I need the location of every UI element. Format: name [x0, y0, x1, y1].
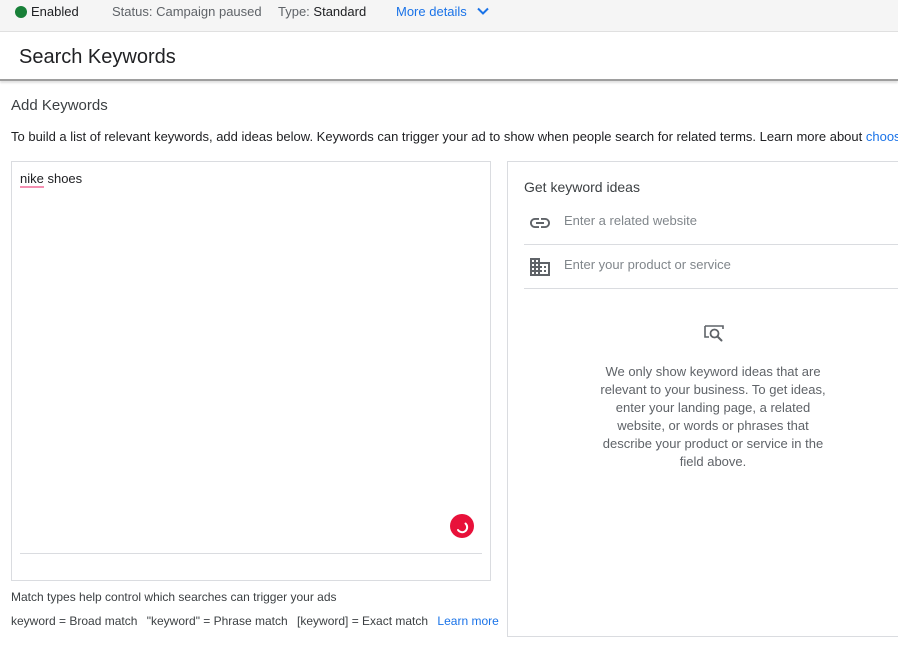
- search-idea-icon: [704, 325, 724, 342]
- page-header: Search Keywords: [0, 32, 898, 81]
- add-keywords-intro: To build a list of relevant keywords, ad…: [11, 129, 898, 144]
- enabled-label: Enabled: [31, 4, 79, 19]
- keywords-text[interactable]: nike shoes: [20, 171, 83, 188]
- product-service-input[interactable]: [564, 254, 894, 274]
- more-details-label: More details: [396, 4, 467, 19]
- related-website-field[interactable]: [524, 200, 898, 245]
- spinner-arc-icon: [457, 522, 469, 534]
- campaign-status-bar: Enabled Status: Campaign paused Type: St…: [0, 0, 898, 32]
- status-label: Status:: [112, 4, 153, 19]
- status-value: Campaign paused: [156, 4, 262, 19]
- match-types-legend: keyword = Broad match "keyword" = Phrase…: [11, 614, 505, 628]
- page-title: Search Keywords: [19, 46, 176, 68]
- broad-match-label: keyword = Broad match: [11, 614, 138, 628]
- keywords-textarea[interactable]: nike shoes: [11, 161, 491, 581]
- misspelled-word: nike: [20, 171, 44, 188]
- keyword-ideas-panel: Get keyword ideas We only show keyword i…: [507, 161, 898, 637]
- loading-spinner-icon: [450, 514, 474, 538]
- keyword-ideas-heading: Get keyword ideas: [524, 179, 640, 195]
- enabled-status-dot: [15, 6, 27, 18]
- exact-match-label: [keyword] = Exact match: [297, 614, 429, 628]
- keyword-ideas-empty-message: We only show keyword ideas that are rele…: [600, 364, 826, 469]
- intro-text: To build a list of relevant keywords, ad…: [11, 129, 866, 144]
- campaign-status: Status: Campaign paused: [112, 5, 262, 19]
- editor-divider: [20, 553, 482, 554]
- learn-more-choose-link[interactable]: choos: [866, 129, 898, 144]
- link-icon: [530, 218, 550, 228]
- related-website-input[interactable]: [564, 210, 894, 230]
- enabled-status[interactable]: Enabled: [15, 5, 79, 19]
- more-details-button[interactable]: More details: [396, 4, 490, 19]
- match-types-help: Match types help control which searches …: [11, 590, 337, 604]
- business-icon: [530, 258, 550, 276]
- phrase-match-label: "keyword" = Phrase match: [146, 614, 288, 628]
- add-keywords-title: Add Keywords: [11, 97, 108, 114]
- type-label: Type:: [278, 4, 310, 19]
- campaign-type: Type: Standard: [278, 5, 366, 19]
- type-value: Standard: [313, 4, 367, 19]
- learn-more-link[interactable]: Learn more: [437, 614, 498, 628]
- product-service-field[interactable]: [524, 244, 898, 289]
- keyword-rest: shoes: [43, 171, 83, 186]
- chevron-down-icon: [477, 7, 490, 15]
